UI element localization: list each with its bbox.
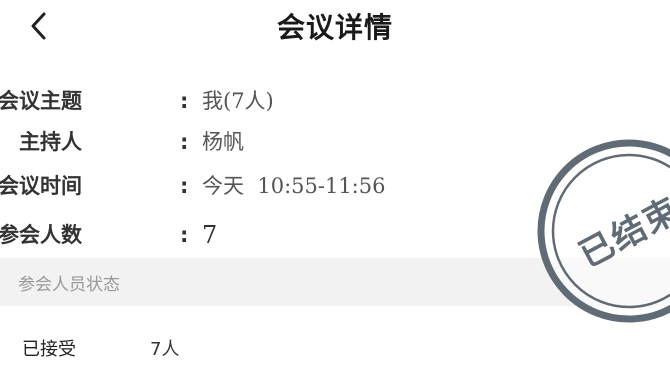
count-label: 参会人数 [0, 223, 82, 247]
info-row-count: 参会人数 : 7 [0, 218, 560, 252]
status-row-accepted[interactable]: 已接受 7人 [0, 332, 670, 368]
subject-value: 我(7人) [202, 89, 274, 113]
status-label: 已接受 [22, 339, 76, 360]
subject-label: 会议主题 [0, 89, 82, 113]
host-label: 主持人 [19, 130, 82, 154]
ended-stamp: 已结束 [537, 139, 670, 323]
info-row-time: 会议时间 : 今天 10:55-11:56 [0, 169, 560, 203]
count-colon: : [180, 223, 189, 247]
time-colon: : [180, 174, 189, 198]
page-title: 会议详情 [276, 11, 393, 44]
time-label: 会议时间 [0, 174, 82, 198]
host-value: 杨帆 [202, 130, 244, 154]
status-count: 7人 [150, 339, 180, 360]
section-title: 参会人员状态 [18, 275, 120, 295]
meeting-detail-page: 会议详情 会议主题 : 我(7人) 主持人 : 杨帆 会议时间 : 今天 10:… [0, 0, 670, 377]
subject-colon: : [180, 89, 189, 113]
host-colon: : [180, 130, 189, 154]
info-row-host: 主持人 : 杨帆 [0, 125, 560, 159]
header-bar: 会议详情 [0, 0, 670, 52]
count-value: 7 [202, 221, 218, 249]
info-row-subject: 会议主题 : 我(7人) [0, 84, 560, 118]
time-value: 今天 10:55-11:56 [202, 174, 386, 198]
